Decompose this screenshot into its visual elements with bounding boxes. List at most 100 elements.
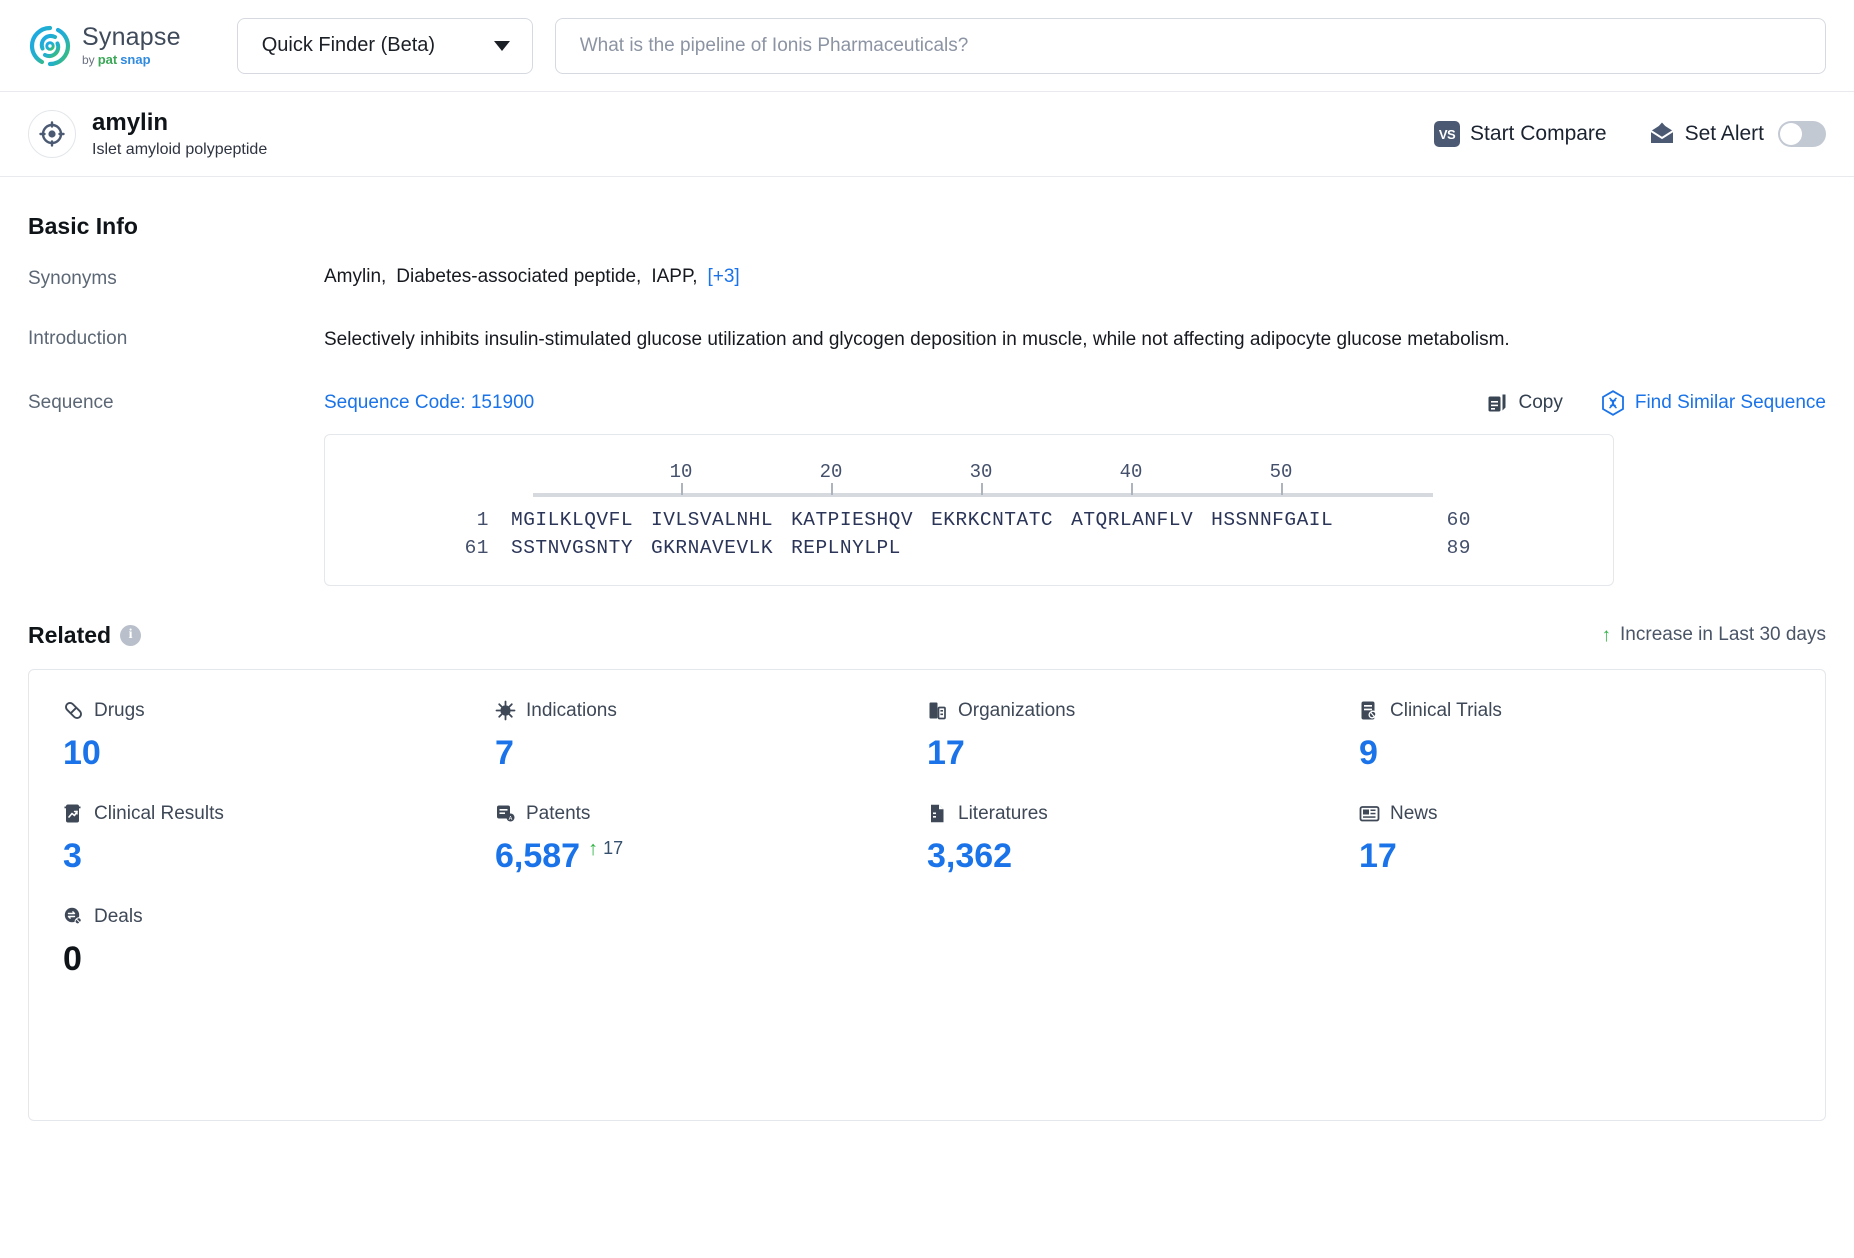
ruler-tick-label: 50 bbox=[1269, 460, 1293, 483]
find-similar-sequence-button[interactable]: Find Similar Sequence bbox=[1601, 389, 1826, 416]
stat-delta-value: 17 bbox=[603, 837, 624, 858]
sequence-residues: MGILKLQVFL IVLSVALNHL KATPIESHQV EKRKCNT… bbox=[511, 509, 1411, 531]
increase-legend-label: Increase in Last 30 days bbox=[1620, 624, 1826, 646]
sequence-chunk: SSTNVGSNTY bbox=[511, 536, 634, 559]
sequence-start-index: 1 bbox=[476, 508, 489, 531]
target-icon bbox=[28, 110, 76, 158]
patent-icon: A bbox=[495, 803, 516, 824]
related-heading: Related i bbox=[28, 621, 142, 649]
synonyms-list: Amylin, Diabetes-associated peptide, IAP… bbox=[324, 266, 1826, 288]
quick-finder-dropdown[interactable]: Quick Finder (Beta) bbox=[236, 17, 533, 74]
ruler-tick-label: 20 bbox=[819, 460, 843, 483]
search-input[interactable] bbox=[577, 33, 1803, 58]
ruler-tick-label: 40 bbox=[1119, 460, 1143, 483]
sequence-header: Sequence Code: 151900 Copy Find Similar … bbox=[324, 389, 1826, 416]
svg-text:A: A bbox=[509, 816, 513, 822]
news-icon bbox=[1359, 803, 1380, 824]
introduction-text: Selectively inhibits insulin-stimulated … bbox=[324, 329, 1510, 350]
stat-clinical-results[interactable]: Clinical Results 3 bbox=[63, 803, 495, 876]
sequence-chunk: MGILKLQVFL bbox=[511, 508, 634, 531]
stat-patents[interactable]: A Patents 6,587 ↑ 17 bbox=[495, 803, 927, 876]
alert-mail-icon bbox=[1649, 122, 1675, 146]
sequence-chunk: ATQRLANFLV bbox=[1071, 508, 1194, 531]
ruler-tick bbox=[831, 482, 833, 495]
ruler-tick bbox=[1281, 482, 1283, 495]
basic-info-title: Basic Info bbox=[28, 213, 138, 239]
synonyms-more-link[interactable]: [+3] bbox=[707, 266, 739, 288]
stat-label: News bbox=[1390, 802, 1438, 824]
sequence-chunk: EKRKCNTATC bbox=[931, 508, 1054, 531]
sequence-row: Sequence Sequence Code: 151900 Copy Find… bbox=[28, 389, 1826, 586]
clinical-result-icon bbox=[63, 803, 84, 824]
virus-icon bbox=[495, 700, 516, 721]
brand-by: by bbox=[82, 52, 95, 67]
sequence-tools: Copy Find Similar Sequence bbox=[1486, 389, 1826, 416]
ruler-line bbox=[533, 492, 1433, 497]
stat-value: 0 bbox=[63, 939, 82, 978]
sequence-chunk: IVLSVALNHL bbox=[651, 508, 774, 531]
copy-label: Copy bbox=[1518, 391, 1563, 413]
sequence-chunk: HSSNNFGAIL bbox=[1211, 508, 1334, 531]
stat-drugs[interactable]: Drugs 10 bbox=[63, 700, 495, 773]
related-title: Related bbox=[28, 621, 112, 648]
synonym-item: Diabetes-associated peptide, bbox=[396, 266, 642, 287]
brand-name: Synapse bbox=[82, 23, 181, 51]
stat-deals[interactable]: Deals 0 bbox=[63, 906, 495, 979]
brand-pat: pat bbox=[97, 52, 118, 67]
start-compare-button[interactable]: VS Start Compare bbox=[1434, 121, 1607, 147]
set-alert-control[interactable]: Set Alert bbox=[1649, 121, 1826, 147]
pill-icon bbox=[63, 700, 84, 721]
ruler-tick-label: 30 bbox=[969, 460, 993, 483]
sequence-end-index: 89 bbox=[1446, 536, 1471, 559]
stat-organizations[interactable]: Organizations 17 bbox=[927, 700, 1359, 773]
related-header: Related i ↑ Increase in Last 30 days bbox=[28, 622, 1826, 649]
brand-tagline: by pat snap bbox=[82, 53, 181, 66]
related-stats-grid: Drugs 10 Indications 7 Organizations 17 … bbox=[63, 700, 1791, 979]
ruler-tick-label: 10 bbox=[669, 460, 693, 483]
arrow-up-icon: ↑ bbox=[588, 837, 599, 860]
stat-value: 10 bbox=[63, 733, 101, 772]
synonym-item: IAPP, bbox=[651, 266, 698, 287]
sequence-start-index: 61 bbox=[464, 536, 489, 559]
entity-title-group: amylin Islet amyloid polypeptide bbox=[92, 109, 267, 159]
stat-news[interactable]: News 17 bbox=[1359, 803, 1791, 876]
search-bar[interactable] bbox=[554, 17, 1826, 74]
arrow-up-icon: ↑ bbox=[1601, 624, 1612, 646]
copy-sequence-button[interactable]: Copy bbox=[1486, 391, 1563, 414]
brand-logo[interactable]: Synapse by pat snap bbox=[28, 24, 181, 68]
stat-value: 3,362 bbox=[927, 836, 1013, 875]
stat-value: 17 bbox=[1359, 836, 1397, 875]
stat-label: Patents bbox=[526, 802, 591, 824]
sequence-label: Sequence bbox=[28, 391, 114, 413]
stat-value: 3 bbox=[63, 836, 82, 875]
ruler-tick bbox=[981, 482, 983, 495]
deal-icon bbox=[63, 906, 84, 927]
stat-label: Deals bbox=[94, 905, 143, 927]
ruler-tick bbox=[1131, 482, 1133, 495]
stat-value: 7 bbox=[495, 733, 514, 772]
synonym-item: Amylin, bbox=[324, 266, 387, 287]
stat-value: 17 bbox=[927, 733, 965, 772]
ruler-tick bbox=[681, 482, 683, 495]
stat-indications[interactable]: Indications 7 bbox=[495, 700, 927, 773]
stat-clinical-trials[interactable]: Clinical Trials 9 bbox=[1359, 700, 1791, 773]
sequence-ruler: 10 20 30 40 50 bbox=[533, 461, 1433, 503]
sequence-code-link[interactable]: Sequence Code: 151900 bbox=[324, 392, 534, 414]
stat-label: Clinical Results bbox=[94, 802, 224, 824]
stat-literatures[interactable]: Literatures 3,362 bbox=[927, 803, 1359, 876]
sequence-line: 61 SSTNVGSNTY GKRNAVEVLK REPLNYLPL 89 bbox=[325, 537, 1613, 559]
set-alert-toggle[interactable] bbox=[1778, 121, 1826, 147]
increase-legend: ↑ Increase in Last 30 days bbox=[1602, 624, 1826, 646]
entity-actions: VS Start Compare Set Alert bbox=[1434, 121, 1826, 147]
quick-finder-label: Quick Finder (Beta) bbox=[261, 34, 436, 56]
stat-label: Organizations bbox=[958, 699, 1076, 721]
top-bar: Synapse by pat snap Quick Finder (Beta) bbox=[0, 0, 1854, 92]
literature-icon bbox=[927, 803, 948, 824]
info-icon[interactable]: i bbox=[120, 624, 142, 646]
find-similar-label: Find Similar Sequence bbox=[1634, 391, 1826, 413]
stat-delta: ↑ 17 bbox=[588, 837, 624, 860]
start-compare-label: Start Compare bbox=[1470, 122, 1607, 145]
brand-snap: snap bbox=[120, 52, 151, 67]
toggle-knob bbox=[1780, 123, 1802, 145]
synonyms-label: Synonyms bbox=[28, 268, 117, 289]
